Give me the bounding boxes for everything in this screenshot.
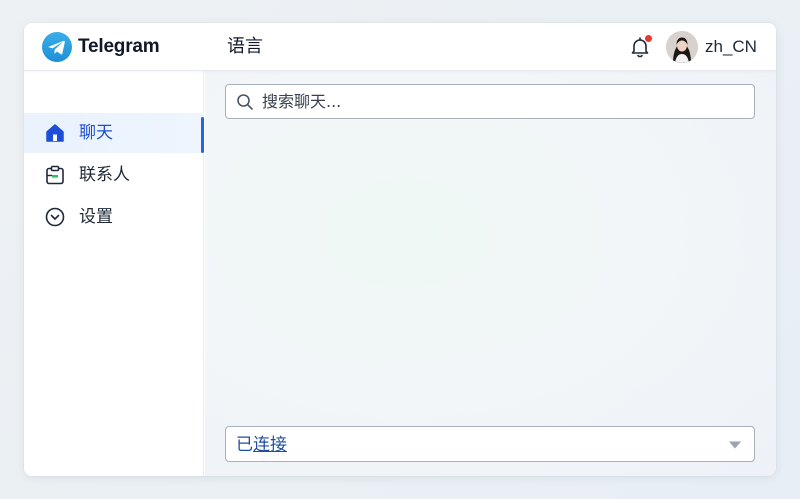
top-bar: Telegram 语言 zh_CN <box>24 23 776 71</box>
sidebar-item-label: 设置 <box>79 207 113 227</box>
chevron-down-icon[interactable] <box>728 440 742 450</box>
chevron-circle-icon <box>45 207 65 227</box>
status-link[interactable]: 连接 <box>253 435 287 455</box>
main-content: 已连接 <box>205 71 776 476</box>
app-brand-name: Telegram <box>78 36 160 57</box>
connection-status-select[interactable]: 已连接 <box>225 426 755 462</box>
page-title: 语言 <box>227 36 263 57</box>
notification-badge <box>645 35 652 42</box>
sidebar-item-label: 联系人 <box>79 165 130 185</box>
app-window: Telegram 语言 zh_CN 聊天 联系人 设置 搜索聊天... 已连接 <box>24 23 776 476</box>
sidebar-item-label: 聊天 <box>79 123 113 143</box>
username-label[interactable]: zh_CN <box>705 37 757 57</box>
sidebar-item-settings[interactable]: 设置 <box>24 197 204 237</box>
avatar[interactable] <box>666 31 698 63</box>
sidebar: 聊天 联系人 设置 <box>24 71 204 476</box>
connection-status-text: 已连接 <box>236 435 287 455</box>
sidebar-item-contacts[interactable]: 联系人 <box>24 155 204 195</box>
search-box[interactable] <box>225 84 755 119</box>
telegram-logo-icon[interactable] <box>42 32 72 62</box>
sidebar-item-chats[interactable]: 聊天 <box>24 113 204 153</box>
status-prefix: 已 <box>236 435 253 455</box>
search-input[interactable] <box>262 85 742 118</box>
home-icon <box>46 124 64 142</box>
search-icon <box>237 94 253 110</box>
clipboard-icon <box>46 165 64 185</box>
